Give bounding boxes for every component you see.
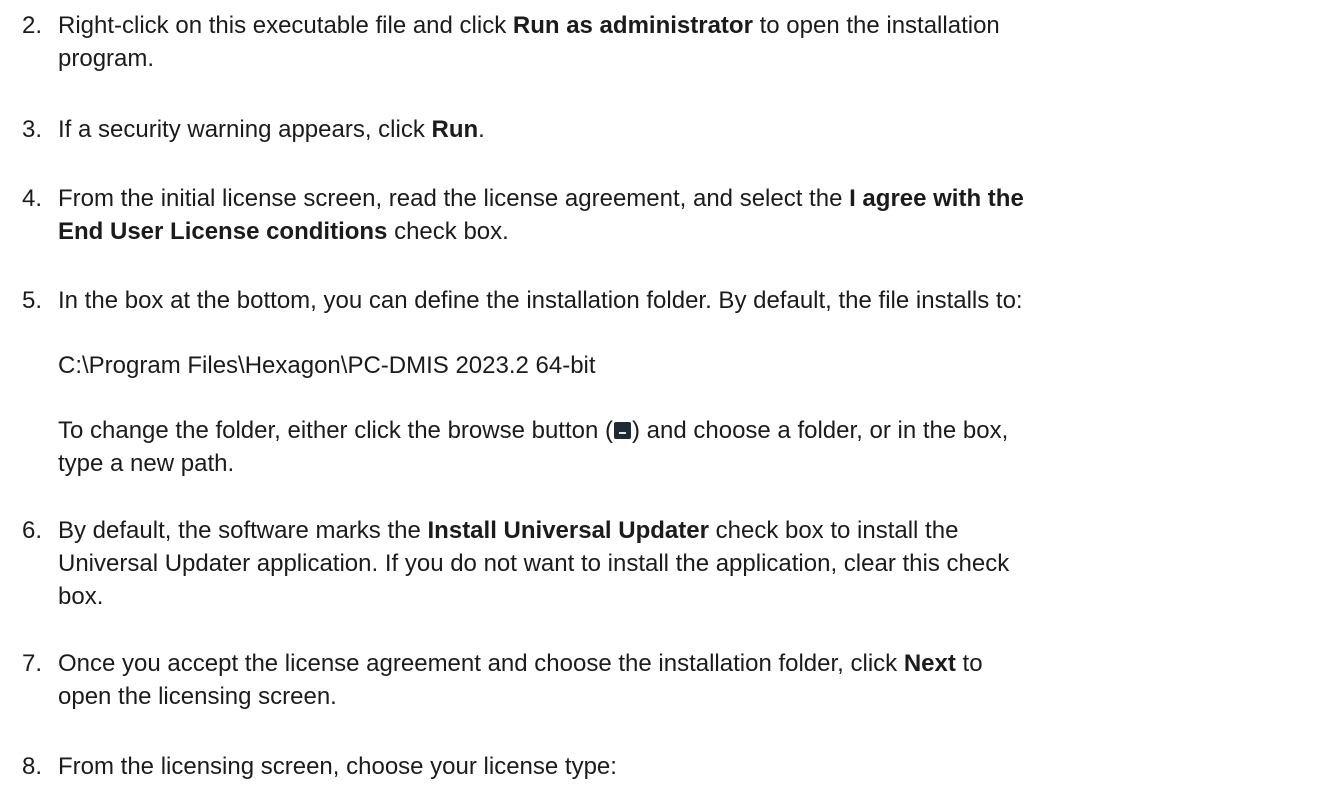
step-text-line: From the licensing screen, choose your l… bbox=[58, 753, 617, 780]
step-text-line: If a security warning appears, click Run… bbox=[58, 113, 485, 146]
step-bold-text: Install Universal Updater bbox=[427, 517, 709, 544]
step-text: If a security warning appears, click bbox=[58, 116, 432, 143]
step-number: 5. bbox=[22, 287, 43, 314]
step-bold-text: I agree with the bbox=[849, 185, 1024, 212]
step-bold-text: Run bbox=[431, 116, 479, 143]
step-text: to open the installation bbox=[752, 12, 1000, 39]
step-text: to bbox=[955, 650, 983, 677]
step-number: 6. bbox=[22, 517, 43, 544]
step-text-line: Once you accept the license agreement an… bbox=[58, 647, 983, 680]
step-text: Once you accept the license agreement an… bbox=[58, 650, 904, 677]
step-text: ) and choose a folder, or in the box, bbox=[632, 417, 1009, 444]
step-number: 4. bbox=[22, 185, 43, 212]
step-text-line: open the licensing screen. bbox=[58, 683, 337, 710]
step-text: To change the folder, either click the b… bbox=[58, 417, 613, 444]
step-text: By default, the software marks the bbox=[58, 517, 428, 544]
step-bold-text: Next bbox=[903, 650, 956, 677]
step-text: From the initial license screen, read th… bbox=[58, 185, 850, 212]
step-text-line: Right-click on this executable file and … bbox=[58, 9, 1000, 42]
step-text-line: Universal Updater application. If you do… bbox=[58, 550, 1010, 577]
step-text-line: box. bbox=[58, 583, 104, 610]
step-text: check box to install the bbox=[708, 517, 959, 544]
step-text-line: type a new path. bbox=[58, 450, 235, 477]
step-number: 2. bbox=[22, 12, 43, 39]
step-text-line: From the initial license screen, read th… bbox=[58, 182, 1024, 215]
step-text-line: In the box at the bottom, you can define… bbox=[58, 287, 1023, 314]
install-path: C:\Program Files\Hexagon\PC-DMIS 2023.2 … bbox=[58, 352, 596, 379]
step-bold-text: Run as administrator bbox=[512, 12, 753, 39]
step-text: Right-click on this executable file and … bbox=[58, 12, 513, 39]
step-text-line: End User License conditions check box. bbox=[58, 215, 509, 248]
step-number: 7. bbox=[22, 650, 43, 677]
step-text: . bbox=[478, 116, 485, 143]
browse-button-icon bbox=[614, 422, 631, 439]
step-number: 3. bbox=[22, 116, 43, 143]
step-text: check box. bbox=[387, 218, 509, 245]
step-text-line: By default, the software marks the Insta… bbox=[58, 514, 958, 547]
step-number: 8. bbox=[22, 753, 43, 780]
step-bold-text: End User License conditions bbox=[58, 218, 388, 245]
step-text-line: To change the folder, either click the b… bbox=[58, 414, 1008, 447]
step-text-line: program. bbox=[58, 45, 155, 72]
